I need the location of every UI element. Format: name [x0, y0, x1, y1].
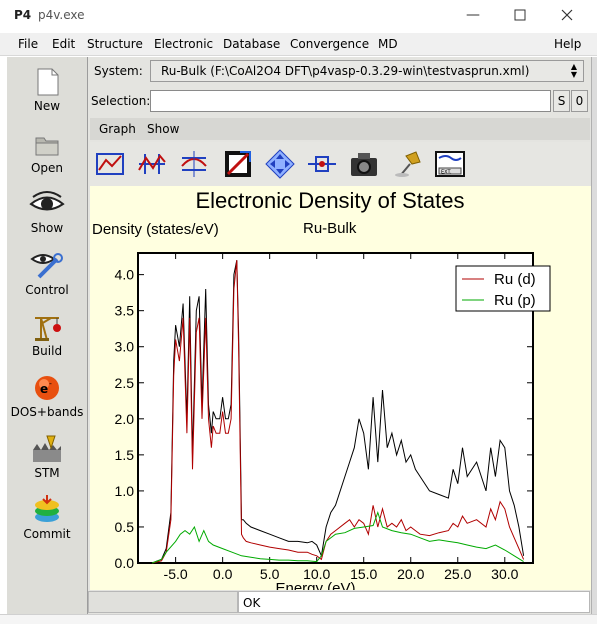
- window-title: p4v.exe: [38, 8, 85, 22]
- selection-input[interactable]: [150, 90, 551, 112]
- y-tick-label: 2.0: [115, 411, 135, 427]
- pin-button[interactable]: [392, 148, 424, 180]
- selection-zero-button[interactable]: 0: [571, 90, 588, 112]
- y-tick-label: 1.5: [115, 447, 135, 463]
- curve-select-button[interactable]: [136, 148, 168, 180]
- menu-convergence[interactable]: Convergence: [290, 37, 369, 51]
- legend-label: Ru (d): [494, 271, 536, 288]
- app-logo: P4: [14, 8, 32, 22]
- y-tick-label: 4.0: [115, 267, 135, 283]
- menu-database[interactable]: Database: [223, 37, 280, 51]
- tool-dos-bands-label: DOS+bands: [10, 405, 84, 419]
- tool-build-button[interactable]: Build: [7, 308, 87, 366]
- system-label: System:: [94, 64, 143, 78]
- curve-select-icon: [138, 154, 166, 174]
- measure-button[interactable]: [306, 148, 338, 180]
- graph-menu-bar: Graph Show: [90, 118, 590, 140]
- svg-text:EXT.: EXT.: [441, 170, 452, 176]
- x-tick-label: 25.0: [444, 566, 471, 582]
- menu-md[interactable]: MD: [378, 37, 398, 51]
- legend-label: Ru (p): [494, 292, 536, 309]
- tool-open-label: Open: [30, 161, 64, 175]
- tool-show-button[interactable]: Show: [7, 185, 87, 243]
- stm-tip-icon: [33, 435, 61, 462]
- wrench-icon: [30, 253, 63, 279]
- x-tick-label: 0.0: [213, 566, 233, 582]
- zoom-rectangle-button[interactable]: [94, 148, 126, 180]
- menu-graph[interactable]: Graph: [99, 122, 136, 136]
- axis-range-button[interactable]: [222, 148, 254, 180]
- right-window-edge: [591, 57, 597, 623]
- x-tick-label: -5.0: [164, 566, 188, 582]
- tool-control-label: Control: [25, 283, 69, 297]
- export-button[interactable]: EXT.: [434, 148, 466, 180]
- measure-icon: [308, 156, 336, 172]
- status-message: OK: [238, 591, 590, 613]
- tool-commit-button[interactable]: Commit: [7, 491, 87, 549]
- dos-plot[interactable]: Electronic Density of States Density (st…: [90, 186, 591, 590]
- tool-control-button[interactable]: Control: [7, 247, 87, 305]
- new-document-icon: [37, 68, 59, 96]
- chart-ylabel: Density (states/eV): [92, 221, 219, 238]
- close-icon[interactable]: [555, 4, 579, 26]
- chart-subtitle: Ru-Bulk: [303, 220, 357, 237]
- tool-stm-button[interactable]: STM: [7, 430, 87, 488]
- x-tick-label: 30.0: [491, 566, 518, 582]
- crane-icon: [35, 317, 61, 341]
- zoom-rectangle-icon: [96, 153, 124, 175]
- minimize-icon[interactable]: —: [461, 4, 485, 26]
- y-tick-label: 3.0: [115, 339, 135, 355]
- title-bar: P4 p4v.exe —: [0, 0, 597, 32]
- menu-structure[interactable]: Structure: [87, 37, 143, 51]
- selection-label: Selection:: [91, 94, 151, 108]
- pin-icon: [395, 151, 421, 177]
- menu-edit[interactable]: Edit: [52, 37, 75, 51]
- menu-show[interactable]: Show: [147, 122, 179, 136]
- export-icon: EXT.: [435, 151, 465, 177]
- tool-build-label: Build: [31, 344, 63, 358]
- folder-icon: [35, 137, 59, 156]
- tool-panel: New Open Show Control Build e - DOS+band…: [7, 57, 88, 614]
- graph-toolbar: EXT.: [90, 142, 590, 186]
- system-combo[interactable]: Ru-Bulk (F:\CoAl2O4 DFT\p4vasp-0.3.29-wi…: [150, 60, 584, 82]
- svg-text:-: -: [49, 379, 52, 388]
- move-arrows-button[interactable]: [264, 148, 296, 180]
- menu-bar: File Edit Structure Electronic Database …: [0, 33, 597, 56]
- menu-file[interactable]: File: [18, 37, 38, 51]
- system-value: Ru-Bulk (F:\CoAl2O4 DFT\p4vasp-0.3.29-wi…: [161, 64, 530, 78]
- y-tick-label: 1.0: [115, 483, 135, 499]
- status-left-panel: [88, 591, 238, 613]
- camera-button[interactable]: [348, 148, 380, 180]
- x-tick-label: 20.0: [397, 566, 424, 582]
- database-stack-icon: [35, 495, 59, 522]
- tool-commit-label: Commit: [23, 527, 71, 541]
- tool-stm-label: STM: [34, 466, 60, 480]
- tool-open-button[interactable]: Open: [7, 125, 87, 183]
- tool-new-label: New: [33, 99, 61, 113]
- axis-range-icon: [225, 151, 251, 177]
- dos-chart-svg: Electronic Density of States Density (st…: [92, 188, 551, 590]
- chart-title: Electronic Density of States: [195, 188, 464, 213]
- y-tick-label: 0.5: [115, 519, 135, 535]
- shift-curve-button[interactable]: [178, 148, 210, 180]
- move-arrows-icon: [265, 149, 295, 179]
- y-tick-label: 3.5: [115, 303, 135, 319]
- selection-s-button[interactable]: S: [553, 90, 570, 112]
- maximize-icon[interactable]: [508, 4, 532, 26]
- chart-xlabel: Energy (eV): [275, 580, 355, 590]
- electron-icon: e -: [35, 376, 59, 400]
- shift-curve-icon: [181, 151, 207, 177]
- tool-show-label: Show: [30, 221, 64, 235]
- y-tick-label: 0.0: [115, 555, 135, 571]
- tool-new-button[interactable]: New: [7, 63, 87, 121]
- tool-dos-bands-button[interactable]: e - DOS+bands: [7, 369, 87, 427]
- svg-text:e: e: [40, 382, 48, 396]
- combo-arrows-icon[interactable]: ▲ ▼: [567, 63, 581, 79]
- menu-help[interactable]: Help: [554, 37, 581, 51]
- eye-icon: [29, 191, 65, 211]
- menu-electronic[interactable]: Electronic: [154, 37, 213, 51]
- camera-icon: [351, 153, 377, 176]
- y-tick-label: 2.5: [115, 375, 135, 391]
